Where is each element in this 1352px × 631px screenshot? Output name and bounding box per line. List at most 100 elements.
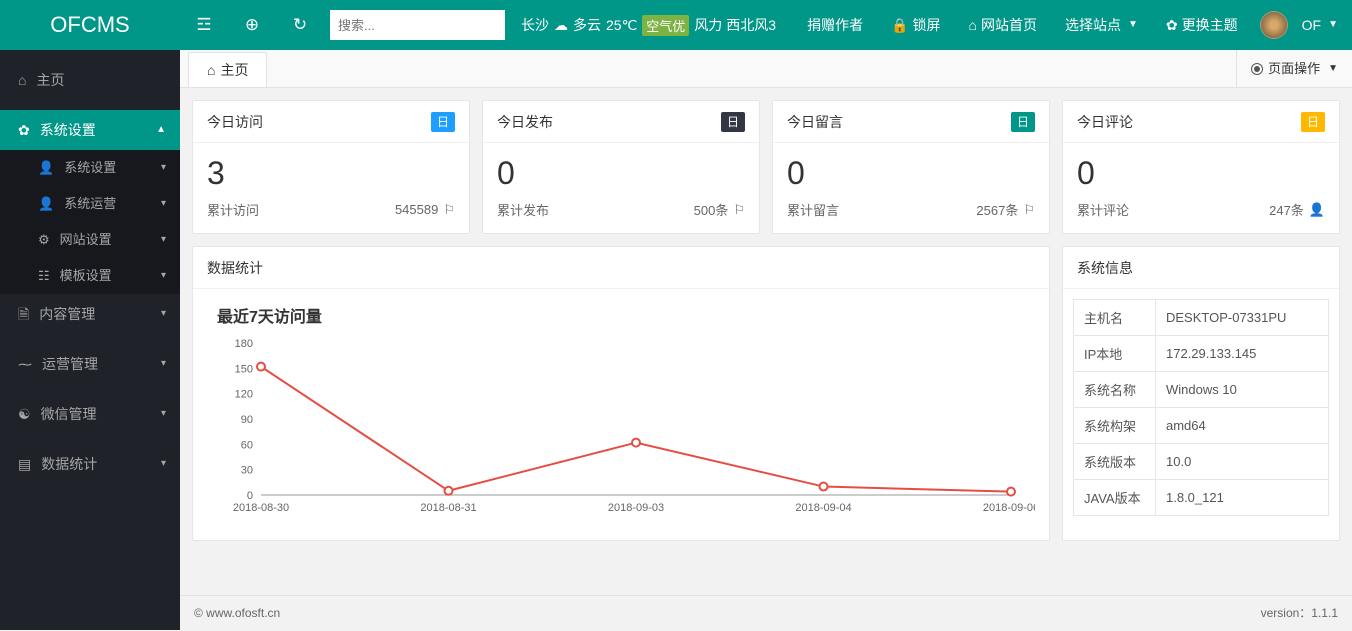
- radio-dot-icon: [1251, 63, 1263, 75]
- svg-text:180: 180: [235, 338, 253, 350]
- sidebar-sub-template-settings[interactable]: ☷模板设置▾: [0, 258, 180, 294]
- chevron-down-icon: ▾: [161, 186, 166, 222]
- sidebar-sub-site-settings[interactable]: ⚙网站设置▾: [0, 222, 180, 258]
- day-badge: 日: [431, 112, 455, 132]
- info-key: 系统版本: [1074, 444, 1156, 480]
- chart-icon: ▤: [18, 444, 31, 484]
- site-select-dropdown[interactable]: 选择站点▼: [1051, 0, 1152, 50]
- footer: © www.ofosft.cn version：1.1.1: [180, 595, 1352, 630]
- svg-text:2018-09-03: 2018-09-03: [608, 502, 664, 514]
- sidebar-item-home[interactable]: ⌂主页: [0, 60, 180, 100]
- sidebar-item-label: 系统运营: [64, 186, 116, 222]
- user-icon: 👤: [38, 150, 54, 186]
- search-input[interactable]: [330, 10, 505, 40]
- tabbar: ⌂主页 页面操作▼: [180, 50, 1352, 88]
- weather-cond: 多云: [573, 15, 601, 35]
- sidebar-item-settings[interactable]: ✿系统设置 ▲: [0, 110, 180, 150]
- info-value: 1.8.0_121: [1156, 480, 1329, 516]
- caret-down-icon: ▼: [1328, 50, 1338, 88]
- card-header: 今日访问日: [193, 101, 469, 143]
- avatar[interactable]: [1260, 11, 1288, 39]
- globe-icon[interactable]: ⊕: [228, 0, 276, 50]
- user-dropdown[interactable]: OF▼: [1288, 0, 1352, 50]
- chevron-down-icon: ▾: [161, 258, 166, 294]
- sidebar-item-wechat[interactable]: ☯微信管理▾: [0, 394, 180, 434]
- card-header: 今日留言日: [773, 101, 1049, 143]
- card-body: 3累计访问545589 ⚐: [193, 143, 469, 233]
- chart-body: 最近7天访问量 03060901201501802018-08-302018-0…: [193, 289, 1049, 540]
- wechat-icon: ☯: [18, 394, 31, 434]
- chevron-down-icon: ▾: [161, 344, 166, 384]
- svg-text:2018-09-04: 2018-09-04: [795, 502, 851, 514]
- card-number: 0: [787, 155, 1035, 192]
- cum-value: 247条 👤: [1269, 200, 1325, 219]
- weather-widget: 长沙 ☁ 多云 25℃ 空气优 风力 西北风3: [521, 15, 776, 36]
- sysinfo-table: 主机名DESKTOP-07331PUIP本地172.29.133.145系统名称…: [1073, 299, 1329, 516]
- chevron-down-icon: ▾: [161, 222, 166, 258]
- cum-label: 累计评论: [1077, 200, 1129, 219]
- home-icon: ⌂: [969, 0, 977, 50]
- user-icon: 👤: [38, 186, 54, 222]
- tab-home[interactable]: ⌂主页: [188, 52, 267, 87]
- top-right: 捐赠作者 🔒锁屏 ⌂网站首页 选择站点▼ ✿更换主题 OF▼: [793, 0, 1352, 50]
- card-title: 今日评论: [1077, 112, 1133, 132]
- weather-temp: 25℃: [606, 17, 637, 34]
- svg-text:2018-08-30: 2018-08-30: [233, 502, 289, 514]
- flag-icon: ⚐: [1023, 202, 1035, 218]
- card-number: 0: [1077, 155, 1325, 192]
- sidebar-item-content[interactable]: 🗎内容管理▾: [0, 294, 180, 334]
- refresh-icon[interactable]: ↻: [276, 0, 324, 50]
- table-row: 主机名DESKTOP-07331PU: [1074, 300, 1329, 336]
- cum-label: 累计发布: [497, 200, 549, 219]
- chart-title: 最近7天访问量: [217, 303, 1035, 327]
- theme-link[interactable]: ✿更换主题: [1152, 0, 1252, 50]
- sidebar-item-label: 微信管理: [41, 394, 97, 434]
- sidebar-sub-system-settings[interactable]: 👤系统设置▾: [0, 150, 180, 186]
- lock-label: 锁屏: [913, 0, 941, 50]
- footer-copy: © www.ofosft.cn: [194, 596, 280, 630]
- sidebar: ⌂主页 ✿系统设置▲ 👤系统设置▾ 👤系统运营▾ ⚙网站设置▾ ☷模板设置▾ 🗎…: [0, 50, 180, 630]
- sidebar-item-label: 模板设置: [60, 258, 112, 294]
- card-cumulative-row: 累计评论 247条 👤: [1077, 200, 1325, 219]
- chart-panel: 数据统计 最近7天访问量 03060901201501802018-08-302…: [192, 246, 1050, 541]
- page-ops-dropdown[interactable]: 页面操作▼: [1236, 50, 1352, 87]
- info-value: 10.0: [1156, 444, 1329, 480]
- chevron-up-icon: ▲: [156, 110, 166, 150]
- version-label: version：: [1261, 606, 1312, 620]
- sidebar-item-label: 系统设置: [64, 150, 116, 186]
- sysinfo-panel: 系统信息 主机名DESKTOP-07331PUIP本地172.29.133.14…: [1062, 246, 1340, 541]
- info-key: JAVA版本: [1074, 480, 1156, 516]
- sidebar-sub-system-ops[interactable]: 👤 系统运营 ▾: [0, 186, 180, 222]
- card-cumulative-row: 累计发布500条 ⚐: [497, 200, 745, 219]
- table-row: IP本地172.29.133.145: [1074, 336, 1329, 372]
- chevron-down-icon: ▾: [161, 294, 166, 334]
- caret-down-icon: ▼: [1328, 0, 1338, 50]
- info-key: 系统名称: [1074, 372, 1156, 408]
- home-icon: ⌂: [207, 52, 215, 88]
- site-home-link[interactable]: ⌂网站首页: [955, 0, 1051, 50]
- card-title: 今日留言: [787, 112, 843, 132]
- content: 今日访问日3累计访问545589 ⚐今日发布日0累计发布500条 ⚐今日留言日0…: [180, 88, 1352, 553]
- stat-cards-row: 今日访问日3累计访问545589 ⚐今日发布日0累计发布500条 ⚐今日留言日0…: [192, 100, 1340, 234]
- card-body: 0 累计评论 247条 👤: [1063, 143, 1339, 233]
- sidebar-item-label: 主页: [36, 60, 64, 100]
- stat-card: 今日发布日0累计发布500条 ⚐: [482, 100, 760, 234]
- sidebar-item-label: 系统设置: [40, 110, 96, 150]
- sidebar-item-label: 运营管理: [42, 344, 98, 384]
- sidebar-item-stats[interactable]: ▤数据统计▾: [0, 444, 180, 484]
- site-home-label: 网站首页: [981, 0, 1037, 50]
- weather-air: 空气优: [642, 15, 689, 36]
- stat-card: 今日留言日0累计留言2567条 ⚐: [772, 100, 1050, 234]
- sidebar-item-ops[interactable]: ⁓运营管理▾: [0, 344, 180, 384]
- gear-icon: ✿: [18, 110, 30, 150]
- info-key: 主机名: [1074, 300, 1156, 336]
- menu-toggle-icon[interactable]: ☲: [180, 0, 228, 50]
- lock-link[interactable]: 🔒锁屏: [877, 0, 954, 50]
- weather-city: 长沙: [521, 15, 549, 35]
- donate-label: 捐赠作者: [807, 0, 863, 50]
- cum-value: 2567条 ⚐: [976, 200, 1035, 219]
- card-cumulative-row: 累计访问545589 ⚐: [207, 200, 455, 219]
- topbar: OFCMS ☲ ⊕ ↻ 长沙 ☁ 多云 25℃ 空气优 风力 西北风3 捐赠作者…: [0, 0, 1352, 50]
- version-value: 1.1.1: [1311, 606, 1338, 620]
- donate-link[interactable]: 捐赠作者: [793, 0, 877, 50]
